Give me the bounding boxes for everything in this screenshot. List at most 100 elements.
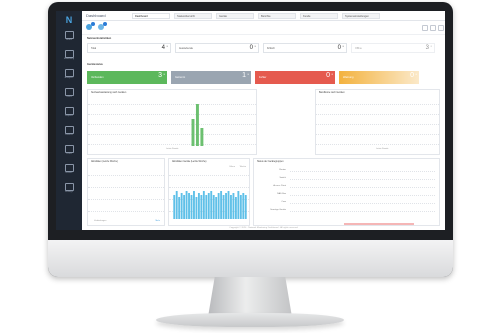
user-icon — [65, 145, 74, 153]
bar — [195, 104, 199, 146]
kpi-value: 3 — [425, 45, 429, 51]
widget-badge[interactable] — [103, 22, 107, 26]
sidebar-item-5[interactable]: Devices — [58, 124, 80, 142]
period-button[interactable]: Woche — [240, 166, 246, 168]
status-label: Getrennt — [175, 76, 186, 79]
bar — [193, 191, 195, 219]
group-row-line — [290, 195, 435, 196]
report-icon — [65, 107, 74, 115]
bar — [180, 193, 183, 219]
status-card[interactable]: Fehler 0/0 — [255, 71, 335, 84]
sidebar-item-1[interactable]: Monitoring — [58, 48, 80, 66]
sidebar-item-label: Home — [66, 39, 72, 41]
kpi-label: Total — [91, 47, 97, 50]
kpi-value: 0 — [337, 45, 341, 51]
tab-2[interactable]: Geräte — [216, 13, 254, 19]
tab-0[interactable]: Dashboard — [132, 13, 170, 19]
chart-panel-right-top: Bandbreite nach Geräten Letzte Stunde — [315, 89, 440, 155]
usage-bar-chart — [191, 104, 204, 146]
status-value: 3 — [158, 72, 162, 79]
kpi-value: 4 — [161, 45, 165, 51]
status-card[interactable]: Getrennt 1/4 — [171, 71, 251, 84]
sidebar-item-2[interactable]: Analytics — [58, 67, 80, 85]
sidebar-item-6[interactable]: Users — [58, 143, 80, 161]
bar — [175, 191, 178, 219]
bar — [191, 119, 195, 146]
status-suffix: /0 — [331, 74, 333, 76]
home-icon — [65, 31, 74, 39]
fullscreen-icon[interactable] — [422, 25, 428, 31]
bar — [232, 193, 235, 219]
chart-title: Aktivitäten Geräte (Letzte Woche) — [172, 161, 207, 163]
group-row-label: Sonstige Geräte — [270, 209, 286, 211]
monitor-icon — [65, 50, 74, 58]
status-label: Warnung — [343, 76, 354, 79]
app-logo[interactable]: N — [64, 15, 74, 25]
bar — [195, 197, 198, 219]
bar — [217, 193, 220, 219]
settings-icon[interactable] — [430, 25, 436, 31]
status-card[interactable]: Warnung 0/0 — [339, 71, 419, 84]
footer-text: Copyright © 2024 · Network Monitoring Da… — [229, 227, 298, 229]
bar — [234, 197, 237, 219]
user-icon[interactable] — [438, 25, 444, 31]
group-row-line — [290, 187, 435, 188]
page-title: Dashboard — [86, 13, 106, 18]
top-bar: Dashboard Dashboard Statusübersicht Geräte… — [82, 11, 445, 21]
bar — [210, 191, 213, 219]
status-groups-panel: Status der Gerätegruppen Router Switch Acc… — [253, 158, 440, 226]
sidebar-item-8[interactable]: Settings — [58, 181, 80, 199]
group-row-label: Cam — [281, 201, 286, 203]
monitor-base — [156, 313, 344, 327]
bar — [230, 195, 232, 219]
tab-5[interactable]: Systemeinstellungen — [342, 13, 380, 19]
kpi-label: Offline — [355, 47, 362, 50]
sidebar-item-4[interactable]: Reports — [58, 105, 80, 123]
tab-3[interactable]: Berichte — [258, 13, 296, 19]
chart-icon — [65, 69, 74, 77]
bar — [183, 195, 186, 219]
notification-badge[interactable] — [91, 22, 95, 26]
chart-panel-mid-bottom: Aktivitäten Geräte (Letzte Woche) Filter… — [168, 158, 250, 226]
status-suffix: /4 — [247, 74, 249, 76]
sidebar-item-3[interactable]: Tasks — [58, 86, 80, 104]
kpi-suffix: /3 — [430, 46, 432, 48]
kpi-card[interactable]: Total 4/4 — [87, 43, 171, 53]
gear-icon — [65, 183, 74, 191]
bar — [207, 193, 210, 219]
bar — [197, 193, 200, 219]
kpi-suffix: /0 — [254, 46, 256, 48]
kpi-card[interactable]: Kritisch 0/0 — [263, 43, 347, 53]
status-suffix: /4 — [163, 74, 165, 76]
chart-panel-left-bottom: Aktivitäten (Letzte Woche) Verbindungen … — [87, 158, 165, 226]
bar — [202, 191, 205, 219]
monitor-stand — [208, 277, 292, 317]
sidebar-item-label: Analytics — [64, 77, 74, 79]
bar — [190, 195, 193, 219]
sidebar-item-7[interactable]: Events — [58, 162, 80, 180]
kpi-label: Ausstehende — [179, 47, 193, 50]
bar — [227, 191, 230, 219]
monitor-chin — [48, 240, 453, 277]
group-row-line — [290, 203, 435, 204]
status-card[interactable]: Verbunden 3/4 — [87, 71, 167, 84]
filter-button[interactable]: Filtern — [229, 166, 235, 168]
panel-title: Status der Gerätegruppen — [257, 161, 284, 163]
group-row-label: Access Point — [273, 185, 286, 187]
tasks-icon — [65, 88, 74, 96]
x-axis-label: Letzte Stunde — [166, 148, 179, 150]
more-link[interactable]: Mehr — [155, 220, 160, 222]
sidebar-item-label: Tasks — [66, 96, 72, 98]
sidebar-item-label: Reports — [65, 115, 73, 117]
kpi-card[interactable]: Ausstehende 0/0 — [175, 43, 259, 53]
tab-1[interactable]: Statusübersicht — [174, 13, 212, 19]
group-row-label: NAS Box — [277, 193, 286, 195]
tab-4[interactable]: Kunde — [300, 13, 338, 19]
sidebar-item-label: Users — [66, 153, 72, 155]
legend-item: Verbindungen — [94, 220, 107, 222]
kpi-card[interactable]: Offline 3/3 — [351, 43, 435, 53]
bar — [242, 193, 245, 219]
group-row-label: Router — [279, 169, 286, 171]
sidebar-item-0[interactable]: Home — [58, 29, 80, 47]
kpi-suffix: /0 — [342, 46, 344, 48]
